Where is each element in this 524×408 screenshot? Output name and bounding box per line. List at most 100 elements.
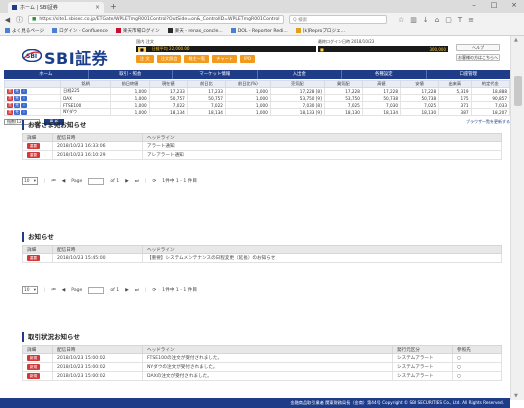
next-page-icon[interactable]: ▶ xyxy=(125,288,129,293)
info-button[interactable]: i xyxy=(21,102,27,108)
page-input[interactable] xyxy=(88,286,105,294)
last-page-icon[interactable]: ⏭ xyxy=(135,287,139,293)
ref-cell[interactable]: ○ xyxy=(452,362,502,372)
buy-button[interactable]: 買 xyxy=(7,109,13,115)
row-pct: 1,000 xyxy=(224,101,271,109)
extension-icon[interactable]: T xyxy=(458,16,462,24)
row-name[interactable]: 日経225 xyxy=(60,87,112,95)
nav-home[interactable]: ホーム xyxy=(4,70,89,79)
bookmark-item[interactable]: [k]Reproプロジェ... xyxy=(295,27,345,34)
first-page-icon[interactable]: ⏮ xyxy=(52,287,56,293)
close-window-icon[interactable]: × xyxy=(508,1,520,9)
menu-icon[interactable]: ≡ xyxy=(468,16,474,24)
refresh-icon[interactable]: ⟳ xyxy=(152,288,156,293)
info-button[interactable]: i xyxy=(21,109,27,115)
browser-tab[interactable]: ホーム | SBI証券 × xyxy=(8,2,104,13)
scroll-up-icon[interactable]: ▲ xyxy=(514,37,518,43)
refresh-icon[interactable]: ⟳ xyxy=(152,179,156,184)
header-tab-holders[interactable]: 株主一覧 xyxy=(184,55,210,63)
headline-cell[interactable]: アレアラート通知 xyxy=(142,150,502,160)
row-name[interactable]: FTSE100 xyxy=(60,101,112,109)
tab-close-icon[interactable]: × xyxy=(95,4,100,11)
prev-page-icon[interactable]: ◀ xyxy=(62,288,66,293)
last-page-icon[interactable]: ⏭ xyxy=(135,178,139,184)
headline-cell[interactable]: 【重要】システムメンテナンスの日程変更（延長）のお知らせ xyxy=(142,253,502,263)
important-badge[interactable]: 重要 xyxy=(27,143,40,149)
pocket-icon[interactable]: ▢ xyxy=(445,16,452,24)
row-name[interactable]: NYダウ xyxy=(60,108,112,116)
download-icon[interactable]: ↓ xyxy=(423,16,429,24)
home-icon[interactable]: ⌂ xyxy=(435,16,439,24)
sbi-logo-icon[interactable]: SBI xyxy=(22,49,42,62)
table-row[interactable]: 買売i 日経225 1,000 17,233 17,233 1,000 17,2… xyxy=(3,87,511,95)
back-icon[interactable]: ◀ xyxy=(4,16,11,24)
ref-cell[interactable]: ○ xyxy=(452,353,502,363)
table-row[interactable]: 重要 2018/10/23 16:10:29 アレアラート通知 xyxy=(22,150,502,160)
table-row[interactable]: 重要 2018/10/23 16:33:06 アラート通知 xyxy=(22,141,502,151)
info-button[interactable]: i xyxy=(21,95,27,101)
sell-button[interactable]: 売 xyxy=(14,95,20,101)
new-badge[interactable]: 新規 xyxy=(27,355,40,361)
important-badge[interactable]: 重要 xyxy=(27,255,40,261)
page-scrollbar[interactable]: ▲ ▼ xyxy=(510,36,524,400)
new-badge[interactable]: 新規 xyxy=(27,364,40,370)
table-row[interactable]: 新規 2018/10/23 15:00:02 NYダウの注文が受付されました。 … xyxy=(22,362,502,372)
customer-button[interactable]: お客様の方はこちらへ xyxy=(456,54,500,61)
scroll-thumb[interactable] xyxy=(514,76,522,106)
buy-button[interactable]: 買 xyxy=(7,102,13,108)
search-input[interactable]: Q 検索 xyxy=(289,15,387,24)
table-row[interactable]: 重要 2018/10/23 15:45:00 【重要】システムメンテナンスの日程… xyxy=(22,253,502,263)
nav-trade[interactable]: 取引・照会 xyxy=(89,70,173,79)
header-tab-order-status[interactable]: 注文照会 xyxy=(156,55,182,63)
header-tab-chart[interactable]: チャート xyxy=(212,55,237,63)
library-icon[interactable]: ▥ xyxy=(410,16,417,24)
table-row[interactable]: 買売i DAX 1,000 50,757 50,757 1,000 53,750… xyxy=(3,94,511,102)
maximize-icon[interactable]: □ xyxy=(488,1,500,9)
headline-cell[interactable]: DAXの注文が受付されました。 xyxy=(142,371,393,381)
star-icon[interactable]: ☆ xyxy=(398,16,404,24)
ref-cell[interactable]: ○ xyxy=(452,371,502,381)
bookmark-item[interactable]: よく見るページ xyxy=(5,27,44,34)
logo-text[interactable]: SBI証券 xyxy=(44,45,108,69)
headline-cell[interactable]: アラート通知 xyxy=(142,141,502,151)
sell-button[interactable]: 売 xyxy=(14,109,20,115)
sell-button[interactable]: 売 xyxy=(14,88,20,94)
info-button[interactable]: i xyxy=(21,88,27,94)
table-row[interactable]: 買売i NYダウ 1,000 18,134 18,134 1,000 18,13… xyxy=(3,108,511,116)
url-bar[interactable]: ■ https://site1.sbisec.co.jp/ETGate/WPLE… xyxy=(28,15,284,24)
minimize-icon[interactable]: – xyxy=(468,1,480,9)
prev-page-icon[interactable]: ◀ xyxy=(62,179,66,184)
nav-deposit[interactable]: 入出金 xyxy=(258,70,342,79)
table-row[interactable]: 新規 2018/10/23 15:00:02 FTSE100の注文が受付されまし… xyxy=(22,353,502,363)
help-button[interactable]: ヘルプ xyxy=(456,44,500,51)
bookmark-item[interactable]: ログイン - Confluence xyxy=(52,27,108,34)
source-cell: システムアラート xyxy=(392,362,453,372)
reload-icon[interactable]: ↻ xyxy=(283,17,284,22)
row-name[interactable]: DAX xyxy=(60,94,112,102)
bookmark-item[interactable]: 楽天 - renas_concle... xyxy=(167,27,223,34)
first-page-icon[interactable]: ⏮ xyxy=(52,178,56,184)
buy-button[interactable]: 買 xyxy=(7,95,13,101)
next-page-icon[interactable]: ▶ xyxy=(125,179,129,184)
info-icon[interactable]: ⓘ xyxy=(16,15,23,25)
nav-account[interactable]: 口座管理 xyxy=(427,70,511,79)
bookmark-item[interactable]: 楽天市場ログイン xyxy=(115,27,160,34)
nav-market[interactable]: マーケット情報 xyxy=(173,70,258,79)
header-tab-ipo[interactable]: IPO xyxy=(239,55,256,63)
table-row[interactable]: 新規 2018/10/23 15:00:02 DAXの注文が受付されました。 シ… xyxy=(22,371,502,381)
bookmark-item[interactable]: DOL - Reporter Redi... xyxy=(230,27,288,34)
per-page-select[interactable]: 10 ▾ xyxy=(22,177,38,185)
headline-cell[interactable]: NYダウの注文が受付されました。 xyxy=(142,362,393,372)
new-tab-icon[interactable]: + xyxy=(110,3,117,11)
page-input[interactable] xyxy=(88,177,105,185)
scroll-down-icon[interactable]: ▼ xyxy=(514,393,518,399)
headline-cell[interactable]: FTSE100の注文が受付されました。 xyxy=(142,353,393,363)
table-row[interactable]: 買売i FTSE100 1,000 7,022 7,022 1,000 7,03… xyxy=(3,101,511,109)
important-badge[interactable]: 重要 xyxy=(27,152,40,158)
nav-settings[interactable]: 各種設定 xyxy=(342,70,427,79)
header-tab-order[interactable]: 注 文 xyxy=(136,55,154,63)
new-badge[interactable]: 新規 xyxy=(27,373,40,379)
buy-button[interactable]: 買 xyxy=(7,88,13,94)
sell-button[interactable]: 売 xyxy=(14,102,20,108)
per-page-select[interactable]: 10 ▾ xyxy=(22,286,38,294)
